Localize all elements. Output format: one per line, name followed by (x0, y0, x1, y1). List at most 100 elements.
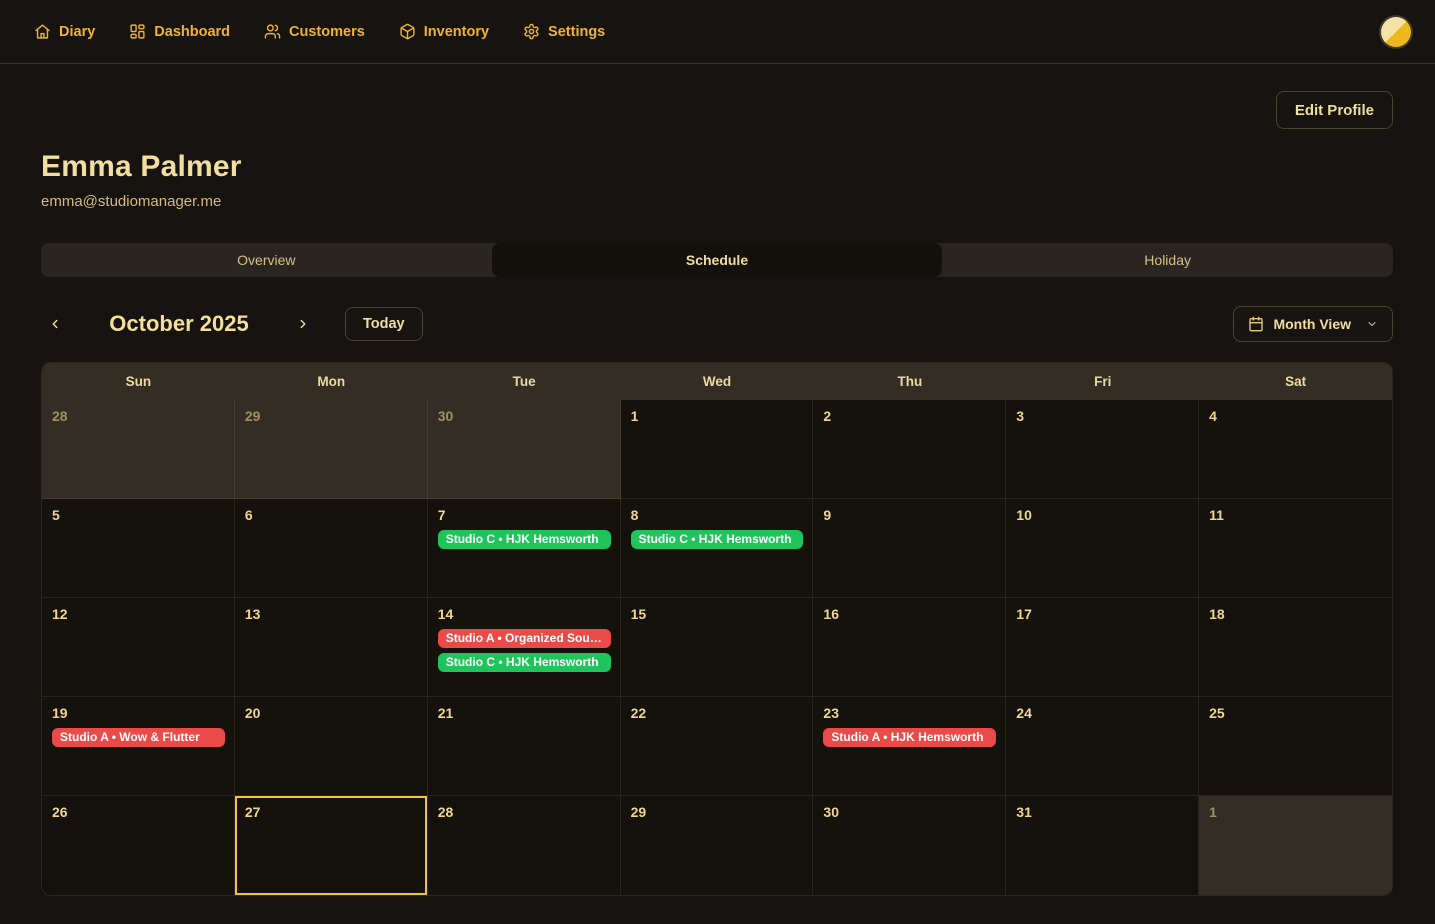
calendar-day-cell-today[interactable]: 27 (235, 796, 428, 895)
tab-schedule[interactable]: Schedule (492, 243, 943, 277)
nav-item-customers[interactable]: Customers (264, 23, 365, 40)
users-icon (264, 23, 281, 40)
calendar-day-cell[interactable]: 1 (1199, 796, 1392, 895)
nav-item-dashboard[interactable]: Dashboard (129, 23, 230, 40)
day-number: 28 (42, 400, 234, 424)
event-chip[interactable]: Studio C • HJK Hemsworth (631, 530, 804, 549)
day-number: 3 (1006, 400, 1198, 424)
nav-item-settings[interactable]: Settings (523, 23, 605, 40)
calendar-day-cell[interactable]: 31 (1006, 796, 1199, 895)
calendar-day-cell[interactable]: 14 Studio A • Organized Soun... Studio C •… (428, 598, 621, 697)
calendar-day-cell[interactable]: 26 (42, 796, 235, 895)
day-number: 12 (42, 598, 234, 622)
calendar-day-cell[interactable]: 11 (1199, 499, 1392, 598)
weekday-header: Sun Mon Tue Wed Thu Fri Sat (42, 363, 1392, 400)
calendar-day-cell[interactable]: 24 (1006, 697, 1199, 796)
calendar-day-cell[interactable]: 8 Studio C • HJK Hemsworth (621, 499, 814, 598)
event-chip[interactable]: Studio C • HJK Hemsworth (438, 653, 611, 672)
calendar-toolbar: October 2025 Today Month View (41, 306, 1393, 342)
day-number: 1 (1199, 796, 1392, 820)
profile-email: emma@studiomanager.me (41, 193, 1393, 210)
day-number: 30 (813, 796, 1005, 820)
prev-month-button[interactable] (41, 310, 69, 338)
weekday-label: Thu (813, 363, 1006, 400)
day-number: 13 (235, 598, 427, 622)
day-number: 24 (1006, 697, 1198, 721)
weekday-label: Sun (42, 363, 235, 400)
calendar-day-cell[interactable]: 20 (235, 697, 428, 796)
day-number: 14 (428, 598, 620, 622)
weekday-label: Fri (1006, 363, 1199, 400)
calendar-day-cell[interactable]: 4 (1199, 400, 1392, 499)
calendar-day-cell[interactable]: 7Studio C • HJK Hemsworth (428, 499, 621, 598)
calendar-grid: 2829301234567Studio C • HJK Hemsworth8St… (42, 400, 1392, 895)
avatar[interactable] (1381, 17, 1411, 47)
day-number: 2 (813, 400, 1005, 424)
calendar-day-cell[interactable]: 19 Studio A • Wow & Flutter (42, 697, 235, 796)
calendar-day-cell[interactable]: 18 (1199, 598, 1392, 697)
calendar-day-cell[interactable]: 10 (1006, 499, 1199, 598)
calendar-day-cell[interactable]: 30 (813, 796, 1006, 895)
view-select[interactable]: Month View (1233, 306, 1393, 342)
chevron-down-icon (1366, 318, 1378, 330)
event-chip[interactable]: Studio C • HJK Hemsworth (438, 530, 611, 549)
calendar-day-cell[interactable]: 30 (428, 400, 621, 499)
event-chip[interactable]: Studio A • Organized Soun... (438, 629, 611, 648)
calendar-day-cell[interactable]: 21 (428, 697, 621, 796)
nav-item-diary[interactable]: Diary (34, 23, 95, 40)
calendar-day-cell[interactable]: 6 (235, 499, 428, 598)
day-number: 17 (1006, 598, 1198, 622)
calendar-day-cell[interactable]: 2 (813, 400, 1006, 499)
tab-holiday[interactable]: Holiday (942, 243, 1393, 277)
calendar-day-cell[interactable]: 23 Studio A • HJK Hemsworth (813, 697, 1006, 796)
gear-icon (523, 23, 540, 40)
day-number: 29 (621, 796, 813, 820)
edit-profile-button[interactable]: Edit Profile (1276, 91, 1393, 129)
day-number: 31 (1006, 796, 1198, 820)
today-button[interactable]: Today (345, 307, 423, 341)
calendar-day-cell[interactable]: 9 (813, 499, 1006, 598)
nav-item-label: Diary (59, 24, 95, 40)
calendar-day-cell[interactable]: 16 (813, 598, 1006, 697)
tab-overview[interactable]: Overview (41, 243, 492, 277)
day-number: 8 (621, 499, 813, 523)
month-calendar: Sun Mon Tue Wed Thu Fri Sat 282930123456… (41, 362, 1393, 896)
calendar-day-cell[interactable]: 28 (42, 400, 235, 499)
day-number: 1 (621, 400, 813, 424)
weekday-label: Mon (235, 363, 428, 400)
calendar-day-cell[interactable]: 15 (621, 598, 814, 697)
day-number: 25 (1199, 697, 1392, 721)
calendar-day-cell[interactable]: 29 (621, 796, 814, 895)
day-number: 27 (235, 796, 427, 820)
day-number: 23 (813, 697, 1005, 721)
calendar-day-cell[interactable]: 22 (621, 697, 814, 796)
month-title: October 2025 (69, 311, 289, 337)
calendar-day-cell[interactable]: 25 (1199, 697, 1392, 796)
calendar-day-cell[interactable]: 29 (235, 400, 428, 499)
day-number: 19 (42, 697, 234, 721)
calendar-day-cell[interactable]: 28 (428, 796, 621, 895)
next-month-button[interactable] (289, 310, 317, 338)
dashboard-icon (129, 23, 146, 40)
event-chip[interactable]: Studio A • HJK Hemsworth (823, 728, 996, 747)
calendar-day-cell[interactable]: 17 (1006, 598, 1199, 697)
day-number: 29 (235, 400, 427, 424)
day-number: 28 (428, 796, 620, 820)
nav-item-inventory[interactable]: Inventory (399, 23, 489, 40)
day-number: 21 (428, 697, 620, 721)
day-number: 16 (813, 598, 1005, 622)
nav-item-label: Settings (548, 24, 605, 40)
calendar-day-cell[interactable]: 13 (235, 598, 428, 697)
weekday-label: Wed (621, 363, 814, 400)
day-number: 30 (428, 400, 620, 424)
day-number: 26 (42, 796, 234, 820)
calendar-day-cell[interactable]: 12 (42, 598, 235, 697)
nav-item-label: Customers (289, 24, 365, 40)
calendar-icon (1248, 316, 1264, 332)
calendar-day-cell[interactable]: 1 (621, 400, 814, 499)
calendar-day-cell[interactable]: 5 (42, 499, 235, 598)
home-icon (34, 23, 51, 40)
day-number: 15 (621, 598, 813, 622)
event-chip[interactable]: Studio A • Wow & Flutter (52, 728, 225, 747)
calendar-day-cell[interactable]: 3 (1006, 400, 1199, 499)
